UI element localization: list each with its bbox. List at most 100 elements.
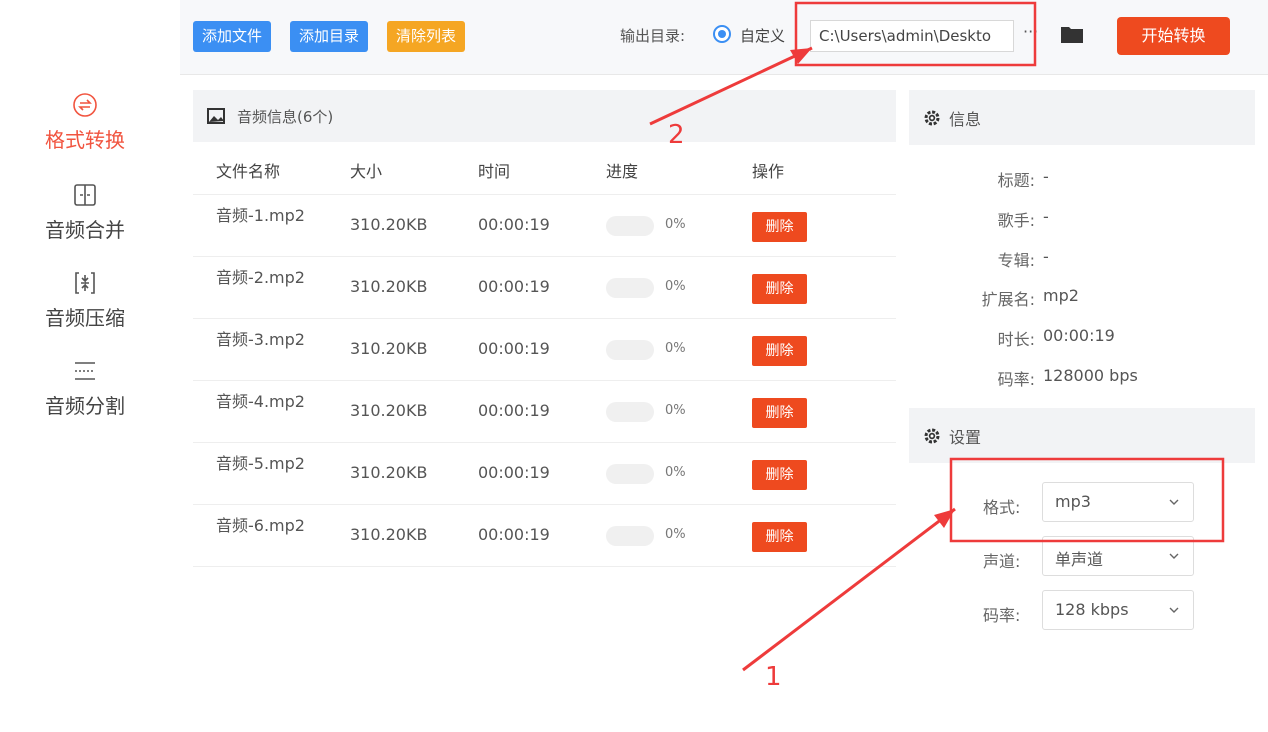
chevron-down-icon xyxy=(1169,607,1179,613)
table-header: 文件名称 大小 时间 进度 操作 xyxy=(193,142,896,195)
toolbar: 添加文件 添加目录 清除列表 输出目录: 自定义 C:\Users\admin\… xyxy=(180,0,1268,75)
bitrate-select[interactable]: 128 kbps xyxy=(1042,590,1194,630)
info-field-label: 扩展名: xyxy=(981,290,1035,309)
file-duration: 00:00:19 xyxy=(478,401,550,420)
add-file-button[interactable]: 添加文件 xyxy=(193,21,272,52)
info-field-value: - xyxy=(1043,167,1049,186)
column-header-size: 大小 xyxy=(350,162,383,181)
progress-percent: 0% xyxy=(665,279,686,294)
column-header-time: 时间 xyxy=(478,162,511,181)
sidebar-item-audio-merge[interactable]: 音频合并 xyxy=(0,182,170,243)
format-select[interactable]: mp3 xyxy=(1042,482,1194,522)
file-size: 310.20KB xyxy=(350,215,428,234)
image-icon xyxy=(207,108,225,124)
custom-radio-label[interactable]: 自定义 xyxy=(740,25,785,46)
clear-list-button[interactable]: 清除列表 xyxy=(387,21,466,52)
file-duration: 00:00:19 xyxy=(478,277,550,296)
settings-section-header: 设置 xyxy=(909,408,1255,463)
progress-percent: 0% xyxy=(665,217,686,232)
format-value: mp3 xyxy=(1055,492,1091,511)
file-duration: 00:00:19 xyxy=(478,215,550,234)
table-row[interactable]: 音频-1.mp2 310.20KB 00:00:19 0% 删除 xyxy=(193,195,896,257)
progress-bar xyxy=(606,216,654,236)
bitrate-value: 128 kbps xyxy=(1055,600,1129,619)
file-size: 310.20KB xyxy=(350,339,428,358)
progress-percent: 0% xyxy=(665,341,686,356)
chevron-down-icon xyxy=(1169,553,1179,559)
gear-icon xyxy=(924,428,940,444)
info-field-label: 标题: xyxy=(997,171,1035,190)
settings-section-title: 设置 xyxy=(949,428,982,447)
audio-compress-icon xyxy=(75,272,95,294)
sidebar-item-label: 格式转换 xyxy=(45,128,125,152)
file-name: 音频-1.mp2 xyxy=(216,206,305,225)
sidebar-item-label: 音频分割 xyxy=(45,394,125,418)
table-body: 音频-1.mp2 310.20KB 00:00:19 0% 删除 音频-2.mp… xyxy=(193,195,896,567)
progress-bar xyxy=(606,402,654,422)
file-size: 310.20KB xyxy=(350,277,428,296)
annotation-label-2: 2 xyxy=(668,120,685,150)
info-field-label: 时长: xyxy=(997,330,1035,349)
more-options-button[interactable]: ··· xyxy=(1023,22,1038,41)
info-field-label: 专辑: xyxy=(997,251,1035,270)
annotation-label-1: 1 xyxy=(765,662,782,692)
channel-label: 声道: xyxy=(983,552,1021,571)
output-directory-label: 输出目录: xyxy=(620,27,686,45)
column-header-name: 文件名称 xyxy=(216,162,281,181)
delete-button[interactable]: 删除 xyxy=(752,336,807,366)
channel-value: 单声道 xyxy=(1055,550,1104,569)
info-field-label: 码率: xyxy=(997,370,1035,389)
delete-button[interactable]: 删除 xyxy=(752,212,807,242)
file-size: 310.20KB xyxy=(350,463,428,482)
chevron-down-icon xyxy=(1169,499,1179,505)
info-section-title: 信息 xyxy=(949,110,982,129)
sidebar: 格式转换 音频合并 音频压缩 音频分割 xyxy=(0,0,180,732)
info-section-header: 信息 xyxy=(909,90,1255,145)
info-field-value: - xyxy=(1043,247,1049,266)
file-name: 音频-6.mp2 xyxy=(216,516,305,535)
file-name: 音频-2.mp2 xyxy=(216,268,305,287)
progress-bar xyxy=(606,464,654,484)
file-duration: 00:00:19 xyxy=(478,463,550,482)
bitrate-label: 码率: xyxy=(983,606,1021,625)
table-row[interactable]: 音频-2.mp2 310.20KB 00:00:19 0% 删除 xyxy=(193,257,896,319)
add-directory-button[interactable]: 添加目录 xyxy=(290,21,369,52)
progress-bar xyxy=(606,526,654,546)
start-convert-button[interactable]: 开始转换 xyxy=(1117,17,1230,55)
delete-button[interactable]: 删除 xyxy=(752,274,807,304)
delete-button[interactable]: 删除 xyxy=(752,398,807,428)
sidebar-item-audio-split[interactable]: 音频分割 xyxy=(0,358,170,419)
delete-button[interactable]: 删除 xyxy=(752,522,807,552)
table-row[interactable]: 音频-4.mp2 310.20KB 00:00:19 0% 删除 xyxy=(193,381,896,443)
file-name: 音频-5.mp2 xyxy=(216,454,305,473)
table-row[interactable]: 音频-3.mp2 310.20KB 00:00:19 0% 删除 xyxy=(193,319,896,381)
sidebar-item-audio-compress[interactable]: 音频压缩 xyxy=(0,270,170,331)
file-duration: 00:00:19 xyxy=(478,339,550,358)
delete-button[interactable]: 删除 xyxy=(752,460,807,490)
audio-merge-icon xyxy=(74,184,96,206)
output-path-input[interactable]: C:\Users\admin\Deskto xyxy=(810,20,1014,52)
sidebar-item-format-convert[interactable]: 格式转换 xyxy=(0,92,170,153)
folder-icon[interactable] xyxy=(1060,24,1084,44)
custom-radio[interactable] xyxy=(713,25,731,43)
file-name: 音频-3.mp2 xyxy=(216,330,305,349)
table-row[interactable]: 音频-5.mp2 310.20KB 00:00:19 0% 删除 xyxy=(193,443,896,505)
table-row[interactable]: 音频-6.mp2 310.20KB 00:00:19 0% 删除 xyxy=(193,505,896,567)
column-header-progress: 进度 xyxy=(606,162,639,181)
sidebar-item-label: 音频压缩 xyxy=(45,306,125,330)
audio-list-panel: 音频信息(6个) 文件名称 大小 时间 进度 操作 音频-1.mp2 310.2… xyxy=(193,90,896,732)
info-field-label: 歌手: xyxy=(997,211,1035,230)
channel-select[interactable]: 单声道 xyxy=(1042,536,1194,576)
audio-list-header: 音频信息(6个) xyxy=(193,90,896,142)
format-convert-icon xyxy=(73,93,97,117)
progress-bar xyxy=(606,278,654,298)
column-header-action: 操作 xyxy=(752,162,785,181)
progress-bar xyxy=(606,340,654,360)
file-size: 310.20KB xyxy=(350,525,428,544)
info-field-value: - xyxy=(1043,207,1049,226)
file-name: 音频-4.mp2 xyxy=(216,392,305,411)
progress-percent: 0% xyxy=(665,403,686,418)
audio-split-icon xyxy=(75,362,95,380)
info-field-value: 00:00:19 xyxy=(1043,326,1115,345)
progress-percent: 0% xyxy=(665,527,686,542)
